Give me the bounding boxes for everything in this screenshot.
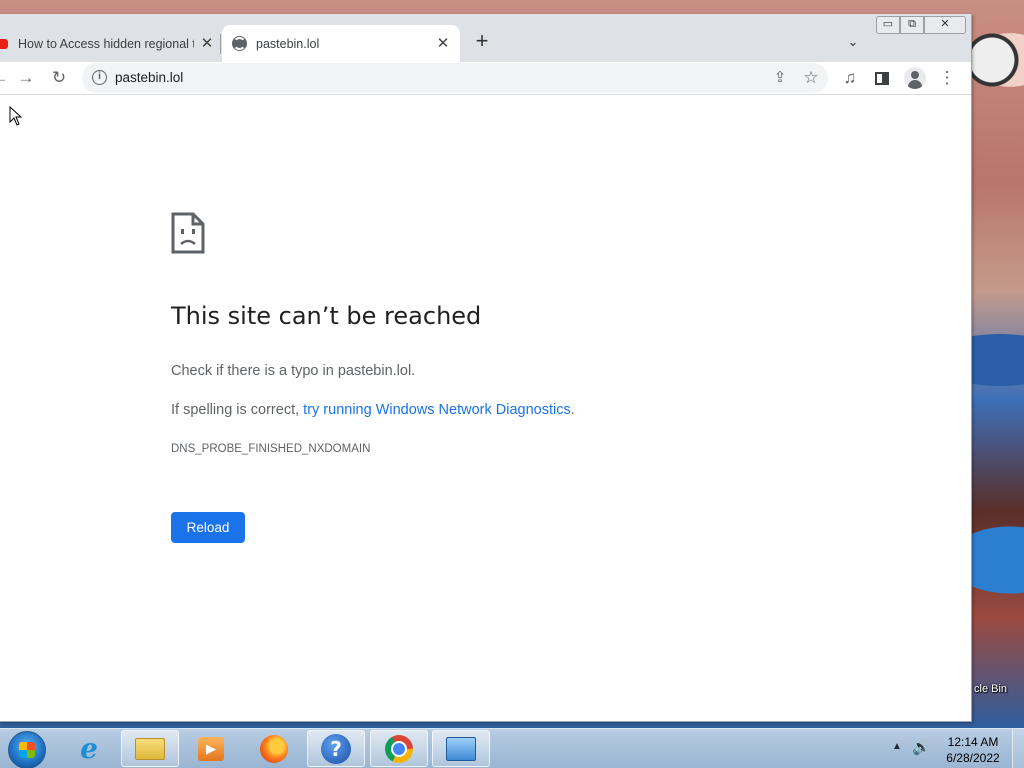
clock-date: 6/28/2022 bbox=[946, 751, 1000, 765]
back-arrow-icon[interactable]: ← bbox=[0, 66, 12, 90]
tab-search-chevron-icon[interactable]: ⌄ bbox=[842, 31, 864, 53]
firefox-taskbar-icon[interactable] bbox=[245, 730, 303, 767]
reload-icon[interactable]: ↻ bbox=[47, 66, 71, 90]
minimize-button[interactable]: ▭ bbox=[876, 16, 900, 34]
close-tab-icon[interactable]: ✕ bbox=[434, 34, 452, 52]
bookmark-star-icon[interactable]: ☆ bbox=[799, 66, 823, 90]
typo-hint: Check if there is a typo in pastebin.lol… bbox=[171, 363, 416, 379]
site-info-icon[interactable]: i bbox=[92, 70, 107, 85]
close-tab-icon[interactable]: ✕ bbox=[198, 34, 216, 52]
file-explorer-taskbar-icon[interactable] bbox=[121, 730, 179, 767]
error-title: This site can’t be reached bbox=[171, 302, 482, 330]
globe-icon bbox=[232, 36, 247, 51]
network-diagnostics-link[interactable]: try running Windows Network Diagnostics bbox=[303, 402, 571, 418]
chrome-icon bbox=[385, 734, 413, 763]
folder-icon bbox=[135, 737, 165, 760]
tab-youtube[interactable]: How to Access hidden regional th ✕ bbox=[0, 25, 220, 62]
start-button[interactable] bbox=[8, 731, 46, 768]
clock-time: 12:14 AM bbox=[947, 735, 999, 749]
tab-title: pastebin.lol bbox=[256, 36, 320, 51]
help-icon: ? bbox=[321, 733, 351, 764]
media-player-taskbar-icon[interactable]: ▶ bbox=[182, 730, 240, 767]
reload-button[interactable]: Reload bbox=[171, 512, 245, 543]
tab-title: How to Access hidden regional th bbox=[18, 36, 194, 51]
system-clock[interactable]: 12:14 AM 6/28/2022 bbox=[940, 734, 1006, 766]
address-bar[interactable]: i pastebin.lol ⇪ ☆ bbox=[82, 63, 828, 93]
control-panel-icon bbox=[446, 736, 476, 761]
recycle-bin-label[interactable]: cle Bin bbox=[974, 683, 1007, 695]
page-content: This site can’t be reached Check if ther… bbox=[0, 96, 971, 721]
browser-window: How to Access hidden regional th ✕ paste… bbox=[0, 14, 972, 722]
profile-avatar-icon[interactable] bbox=[904, 67, 926, 89]
tab-strip: How to Access hidden regional th ✕ paste… bbox=[0, 14, 971, 62]
share-icon[interactable]: ⇪ bbox=[768, 66, 792, 90]
address-url[interactable]: pastebin.lol bbox=[115, 70, 183, 85]
media-play-icon: ▶ bbox=[198, 736, 224, 761]
volume-icon[interactable]: 🔊 bbox=[912, 738, 931, 756]
error-code: DNS_PROBE_FINISHED_NXDOMAIN bbox=[171, 443, 371, 455]
menu-kebab-icon[interactable]: ⋮ bbox=[935, 66, 959, 90]
side-panel-icon[interactable] bbox=[875, 72, 889, 85]
maximize-button[interactable]: ⧉ bbox=[900, 16, 924, 34]
taskbar: e ▶ ? ▲ 🔊 12:14 AM 6/28/2022 bbox=[0, 728, 1024, 768]
diagnostics-prefix: If spelling is correct, bbox=[171, 402, 304, 418]
new-tab-button[interactable]: + bbox=[471, 30, 493, 53]
forward-arrow-icon[interactable]: → bbox=[14, 66, 38, 90]
firefox-icon bbox=[260, 734, 288, 763]
show-hidden-icons-arrow-icon[interactable]: ▲ bbox=[892, 741, 902, 752]
control-panel-taskbar-icon[interactable] bbox=[432, 730, 490, 767]
diagnostics-hint: If spelling is correct, try running Wind… bbox=[171, 402, 575, 418]
show-desktop-button[interactable] bbox=[1012, 729, 1024, 768]
internet-explorer-taskbar-icon[interactable]: e bbox=[60, 730, 118, 767]
tab-separator bbox=[220, 34, 221, 54]
close-window-button[interactable]: ✕ bbox=[924, 16, 966, 34]
tab-pastebin[interactable]: pastebin.lol ✕ bbox=[222, 25, 460, 62]
help-taskbar-icon[interactable]: ? bbox=[307, 730, 365, 767]
browser-toolbar: ← → ↻ i pastebin.lol ⇪ ☆ ♫ ⋮ bbox=[0, 62, 971, 95]
sad-document-icon bbox=[171, 212, 205, 254]
chrome-taskbar-icon[interactable] bbox=[370, 730, 428, 767]
diagnostics-suffix: . bbox=[570, 402, 575, 418]
media-controls-icon[interactable]: ♫ bbox=[838, 66, 862, 90]
ie-glyph: e bbox=[80, 732, 98, 765]
youtube-icon bbox=[0, 39, 8, 49]
